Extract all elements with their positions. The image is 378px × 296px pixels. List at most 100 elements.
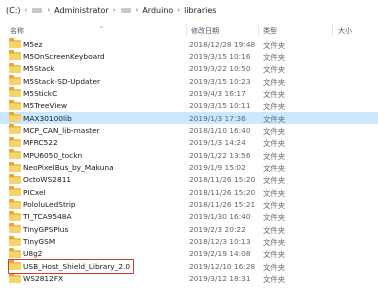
- list-item[interactable]: TI_TCA9548A 2019/1/30 16:40 文件夹: [0, 210, 378, 223]
- file-date: 2018/11/26 15:20: [189, 175, 256, 185]
- column-divider[interactable]: [186, 24, 187, 36]
- list-item[interactable]: M5TreeView 2019/3/15 10:11 文件夹: [0, 99, 378, 112]
- list-item[interactable]: OctoWS2811 2018/11/26 15:20 文件夹: [0, 173, 378, 186]
- list-item[interactable]: WS2812FX 2019/3/12 18:31 文件夹: [0, 272, 378, 285]
- folder-icon: [9, 75, 21, 86]
- column-header: ^ 名称 修改日期 类型 大小: [0, 22, 378, 38]
- column-divider[interactable]: [332, 24, 333, 36]
- file-type: 文件夹: [263, 126, 286, 136]
- file-date: 2018/12/3 10:13: [189, 237, 251, 247]
- file-date: 2019/3/22 10:50: [189, 64, 251, 74]
- folder-icon: [9, 99, 21, 110]
- folder-icon: [9, 62, 21, 73]
- list-item[interactable]: TinyGSM 2018/12/3 10:13 文件夹: [0, 235, 378, 248]
- folder-icon: [9, 235, 21, 246]
- file-name: M5OnScreenKeyboard: [23, 51, 105, 61]
- column-header-type[interactable]: 类型: [263, 26, 277, 36]
- folder-icon: [9, 112, 21, 123]
- file-name: MCP_CAN_lib-master: [23, 125, 100, 135]
- column-header-size[interactable]: 大小: [338, 26, 352, 36]
- list-item[interactable]: M5StickC 2019/4/3 16:17 文件夹: [0, 87, 378, 99]
- folder-icon: [9, 198, 21, 209]
- list-item[interactable]: MFRC522 2019/1/3 14:24 文件夹: [0, 136, 378, 149]
- file-type: 文件夹: [263, 213, 286, 223]
- list-item[interactable]: NeoPixelBus_by_Makuna 2019/1/9 15:02 文件夹: [0, 161, 378, 174]
- folder-icon: [9, 149, 21, 160]
- chevron-right-icon[interactable]: ›: [45, 6, 52, 14]
- file-date: 2019/1/3 14:24: [189, 138, 246, 148]
- file-name: M5Stack: [23, 64, 55, 74]
- file-type: 文件夹: [263, 65, 286, 75]
- file-name: M5Stack-SD-Updater: [23, 76, 101, 86]
- list-item[interactable]: M5OnScreenKeyboard 2019/3/15 10:16 文件夹: [0, 50, 378, 62]
- file-type: 文件夹: [263, 238, 286, 248]
- column-divider[interactable]: [258, 24, 259, 36]
- file-name: MFRC522: [23, 138, 58, 148]
- chevron-right-icon[interactable]: ›: [175, 6, 182, 14]
- file-name: PololuLedStrip: [23, 200, 76, 210]
- folder-icon: [9, 173, 21, 184]
- breadcrumb-item-administrator[interactable]: Administrator: [52, 6, 111, 15]
- file-name: TinyGSM: [23, 237, 56, 247]
- breadcrumb: (C:) › › Administrator › › Arduino › lib…: [0, 0, 378, 20]
- breadcrumb-item-arduino[interactable]: Arduino: [140, 6, 175, 15]
- folder-icon: [9, 136, 21, 147]
- folder-icon: [9, 247, 21, 258]
- file-type: 文件夹: [263, 77, 286, 87]
- redacted-segment: [32, 7, 43, 13]
- chevron-right-icon[interactable]: ›: [134, 6, 141, 14]
- file-name: OctoWS2811: [23, 175, 72, 185]
- file-type: 文件夹: [263, 225, 286, 235]
- file-name: M5ez: [23, 39, 43, 49]
- file-name: M5TreeView: [23, 101, 68, 111]
- list-item[interactable]: TinyGPSPlus 2019/2/3 20:22 文件夹: [0, 223, 378, 235]
- file-name: WS2812FX: [23, 274, 64, 284]
- file-date: 2019/12/10 16:28: [189, 261, 256, 271]
- file-type: 文件夹: [263, 139, 286, 149]
- file-type: 文件夹: [263, 176, 286, 186]
- file-type: 文件夹: [263, 188, 286, 198]
- file-name: TinyGPSPlus: [23, 224, 69, 234]
- list-item[interactable]: PICxel 2018/11/26 15:20 文件夹: [0, 186, 378, 198]
- file-name: PICxel: [23, 187, 46, 197]
- list-item[interactable]: M5Stack 2019/3/22 10:50 文件夹: [0, 62, 378, 75]
- file-name: MAX30100lib: [23, 113, 72, 123]
- file-date: 2018/11/26 15:21: [189, 200, 256, 210]
- file-date: 2018/12/28 19:48: [189, 39, 256, 49]
- file-type: 文件夹: [263, 262, 286, 272]
- folder-icon: [9, 124, 21, 135]
- file-date: 2019/3/15 10:11: [189, 101, 251, 111]
- list-item[interactable]: M5Stack-SD-Updater 2019/3/15 10:23 文件夹: [0, 75, 378, 87]
- folder-icon: [9, 272, 21, 283]
- file-type: 文件夹: [263, 164, 286, 173]
- breadcrumb-item-libraries[interactable]: libraries: [182, 6, 218, 15]
- list-item[interactable]: M5ez 2018/12/28 19:48 文件夹: [0, 38, 378, 50]
- highlight-box: [8, 259, 134, 274]
- folder-icon: [9, 186, 21, 197]
- folder-icon: [9, 223, 21, 234]
- file-name: MPU6050_tockn: [23, 150, 83, 160]
- file-type: 文件夹: [263, 40, 286, 50]
- file-date: 2019/1/3 17:36: [189, 113, 246, 123]
- list-item[interactable]: MPU6050_tockn 2019/1/22 13:56 文件夹: [0, 149, 378, 161]
- column-header-date[interactable]: 修改日期: [191, 26, 219, 36]
- breadcrumb-drive[interactable]: (C:): [4, 6, 23, 15]
- file-type: 文件夹: [263, 114, 286, 124]
- list-item[interactable]: MAX30100lib 2019/1/3 17:36 文件夹: [0, 112, 378, 125]
- file-type: 文件夹: [263, 102, 286, 112]
- file-date: 2019/1/9 15:02: [189, 163, 246, 172]
- file-date: 2019/2/3 20:22: [189, 224, 246, 234]
- column-header-name[interactable]: 名称: [10, 26, 24, 36]
- list-item[interactable]: MCP_CAN_lib-master 2018/1/10 16:40 文件夹: [0, 124, 378, 136]
- list-item[interactable]: PololuLedStrip 2018/11/26 15:21 文件夹: [0, 198, 378, 211]
- sort-up-icon: ^: [99, 26, 105, 33]
- folder-icon: [9, 38, 21, 48]
- file-date: 2018/1/10 16:40: [189, 125, 251, 135]
- file-date: 2019/4/3 16:17: [189, 88, 246, 98]
- redacted-segment: [120, 7, 131, 13]
- file-date: 2019/3/15 10:16: [189, 51, 251, 61]
- folder-icon: [9, 210, 21, 221]
- chevron-right-icon[interactable]: ›: [111, 6, 118, 14]
- file-type: 文件夹: [263, 201, 286, 211]
- chevron-right-icon[interactable]: ›: [23, 6, 30, 14]
